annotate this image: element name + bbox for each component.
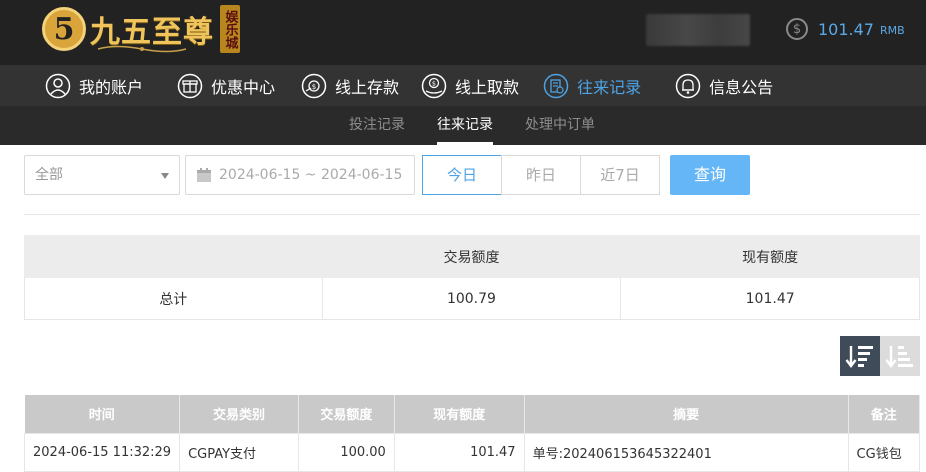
subnav-tab-bet-records[interactable]: 投注记录: [349, 106, 405, 145]
blurred-username: [646, 14, 750, 46]
subnav-tab-pending-orders[interactable]: 处理中订单: [525, 106, 595, 145]
nav-label: 信息公告: [709, 77, 774, 97]
user-icon: [45, 73, 71, 99]
nav-item-my-account[interactable]: 我的账户: [45, 65, 143, 106]
nav-item-promotions[interactable]: 优惠中心: [177, 65, 275, 106]
summary-header-cell: 交易额度: [321, 235, 622, 278]
sort-descending-button[interactable]: [840, 336, 880, 376]
gift-icon: [177, 73, 203, 99]
query-button[interactable]: 查询: [670, 155, 750, 195]
sort-toggle: [840, 336, 920, 376]
logo-seal: 娱乐城: [220, 5, 240, 53]
records-table: 时间 交易类别 交易额度 现有额度 摘要 备注 2024-06-15 11:32…: [23, 395, 921, 472]
date-range-input[interactable]: 2024-06-15 ~ 2024-06-15: [185, 155, 415, 195]
column-header-time[interactable]: 时间: [24, 395, 181, 433]
range-7days-button[interactable]: 近7日: [580, 155, 660, 195]
summary-cell: 101.47: [620, 277, 920, 320]
sort-ascending-button[interactable]: [880, 336, 920, 376]
cell-balance: 101.47: [393, 432, 525, 472]
cell-type: CGPAY支付: [179, 432, 299, 472]
summary-table: 交易额度 现有额度 总计 100.79 101.47: [24, 235, 920, 320]
summary-header-row: 交易额度 现有额度: [24, 235, 920, 278]
bell-icon: [675, 73, 701, 99]
svg-text:$: $: [432, 79, 436, 87]
divider: [24, 214, 920, 215]
transaction-type-select[interactable]: 全部: [24, 155, 180, 195]
balance-unit: RMB: [879, 24, 905, 37]
svg-text:$: $: [312, 83, 316, 91]
nav-item-announcements[interactable]: 信息公告: [675, 65, 773, 106]
cell-amount: 100.00: [297, 432, 395, 472]
nav-label: 线上取款: [455, 77, 520, 97]
calendar-icon: [197, 168, 211, 182]
column-header-summary[interactable]: 摘要: [524, 395, 849, 433]
range-yesterday-button[interactable]: 昨日: [501, 155, 581, 195]
nav-item-transaction-records[interactable]: 往来记录: [543, 65, 641, 106]
nav-label: 线上存款: [335, 77, 400, 97]
sort-asc-icon: [885, 346, 913, 368]
nav-label: 往来记录: [577, 77, 642, 97]
logo-mark: 5: [42, 7, 86, 51]
column-header-type[interactable]: 交易类别: [179, 395, 299, 433]
nav-item-online-withdraw[interactable]: $ 线上取款: [421, 65, 519, 106]
balance-value: 101.47: [818, 19, 874, 39]
caret-down-icon: [161, 173, 169, 179]
records-icon: [543, 73, 569, 99]
wallet-balance: $ 101.47 RMB: [786, 16, 905, 42]
cell-remark: CG钱包: [847, 432, 921, 472]
records-header-row: 时间 交易类别 交易额度 现有额度 摘要 备注: [24, 395, 921, 433]
summary-cell: 总计: [24, 277, 323, 320]
summary-header-cell: [24, 235, 323, 278]
date-range-value: 2024-06-15 ~ 2024-06-15: [219, 167, 403, 183]
column-header-balance[interactable]: 现有额度: [394, 395, 525, 433]
nav-label: 我的账户: [79, 77, 144, 97]
summary-header-cell: 现有额度: [620, 235, 920, 278]
cell-time: 2024-06-15 11:32:29: [23, 432, 181, 472]
subnav-tab-transaction-records[interactable]: 往来记录: [437, 106, 493, 145]
table-row: 2024-06-15 11:32:29 CGPAY支付 100.00 101.4…: [23, 432, 921, 472]
main-nav: 我的账户 优惠中心 $ 线上存款 $ 线上取款 往来记录 信息公告: [0, 65, 926, 106]
logo-ornament-icon: [97, 45, 187, 53]
range-today-button[interactable]: 今日: [422, 155, 502, 195]
sub-nav: 投注记录 往来记录 处理中订单: [0, 106, 926, 145]
sort-desc-icon: [845, 346, 873, 368]
summary-cell: 100.79: [321, 277, 622, 320]
top-bar: 5 九五至尊 娱乐城 $ 101.47 RMB: [0, 0, 926, 65]
cell-summary: 单号:202406153645322401: [523, 432, 849, 472]
column-header-amount[interactable]: 交易额度: [298, 395, 395, 433]
nav-label: 优惠中心: [211, 77, 276, 97]
withdraw-icon: $: [421, 73, 447, 99]
column-header-remark[interactable]: 备注: [848, 395, 921, 433]
summary-total-row: 总计 100.79 101.47: [24, 277, 920, 320]
nav-item-online-deposit[interactable]: $ 线上存款: [301, 65, 399, 106]
select-value: 全部: [35, 167, 63, 183]
deposit-icon: $: [301, 73, 327, 99]
coin-icon: $: [786, 18, 808, 40]
